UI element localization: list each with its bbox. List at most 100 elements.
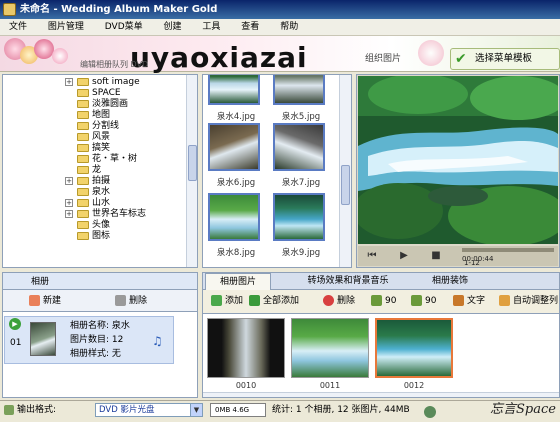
folder-icon [77, 77, 89, 86]
picture-toolbar: 添加 全部添加 删除 90 90 文字 自动调整列 [202, 290, 560, 314]
step-select-menu-template[interactable]: ✔ 选择菜单模板 [450, 48, 560, 70]
tree-item[interactable]: + 山水 [65, 198, 110, 209]
folder-icon [77, 88, 89, 97]
rotate-left-icon [371, 295, 382, 306]
play-button[interactable]: ▶ [396, 249, 412, 263]
scrollbar-thumb[interactable] [341, 165, 350, 205]
new-album-button[interactable]: 新建 [29, 290, 61, 312]
tree-item[interactable]: 图标 [65, 231, 110, 242]
delete-album-button[interactable]: 删除 [115, 290, 147, 312]
tree-item[interactable]: 地图 [65, 110, 110, 121]
menu-picture-manage[interactable]: 图片管理 [39, 19, 93, 36]
film-image [207, 318, 285, 378]
menu-dvd-menu[interactable]: DVD菜单 [96, 19, 152, 36]
auto-adjust-button[interactable]: 自动调整列 [499, 290, 558, 312]
status-bar: 输出格式: 统计: 1 个相册, 12 张图片, 44MB [0, 400, 560, 420]
expand-icon[interactable]: + [65, 176, 73, 185]
play-album-icon[interactable]: ▶ [9, 318, 21, 330]
tree-item[interactable]: 风景 [65, 132, 110, 143]
folder-tree[interactable]: + soft image SPACE 淡雅圆画 地图 分割线 风景 搞笑 花・草・… [2, 74, 198, 268]
thumbnail-grid[interactable]: 泉水4.jpg 泉水5.jpg 泉水6.jpg 泉水7.jpg 泉水8.jpg … [202, 74, 352, 268]
step-edit-album-queue[interactable]: 编辑相册队列 DVD [80, 58, 190, 72]
settings-icon[interactable] [424, 403, 436, 422]
add-all-icon [249, 295, 260, 306]
album-tab[interactable]: 相册 [2, 272, 198, 290]
rotate-right-button[interactable]: 90 [411, 290, 436, 312]
disc-icon [4, 404, 14, 415]
disc-capacity-bar: 0MB 4.6G [210, 403, 266, 417]
rose-decoration [52, 48, 68, 64]
tree-item[interactable]: + 世界名车标志 [65, 209, 146, 220]
checkmark-icon: ✔ [455, 51, 467, 67]
thumbnail-image [273, 123, 325, 171]
album-cover [30, 322, 56, 356]
folder-icon [77, 176, 89, 185]
folder-icon [77, 110, 89, 119]
album-index: 01 [10, 338, 22, 348]
filmstrip-scrollbar[interactable] [203, 392, 559, 397]
tree-item[interactable]: 淡雅圆画 [65, 99, 128, 110]
tree-item[interactable]: 分割线 [65, 121, 119, 132]
right-tabbar: 相册图片 转场效果和背景音乐 相册装饰 [202, 272, 560, 291]
thumbnail-scrollbar[interactable] [339, 75, 351, 267]
rotate-right-icon [411, 295, 422, 306]
tab-transitions-music[interactable]: 转场效果和背景音乐 [283, 273, 413, 290]
app-icon [3, 3, 16, 16]
step-organize-pictures[interactable]: 组织图片 [345, 50, 430, 68]
folder-icon [77, 143, 89, 152]
filmstrip[interactable]: 0010 0011 0012 [202, 314, 560, 398]
playback-slider[interactable] [462, 248, 554, 252]
rewind-button[interactable]: ⏮ [364, 249, 380, 263]
playback-time: 00:00:44 1-12 [462, 255, 494, 267]
menu-tools[interactable]: 工具 [193, 19, 229, 36]
folder-icon [77, 165, 89, 174]
folder-icon [77, 99, 89, 108]
tree-scrollbar[interactable] [186, 75, 197, 267]
tree-item[interactable]: 搞笑 [65, 143, 110, 154]
output-format-label: 输出格式: [4, 401, 56, 420]
delete-picture-button[interactable]: 删除 [323, 290, 355, 312]
thumbnail-image [208, 123, 260, 171]
add-button[interactable]: 添加 [211, 290, 243, 312]
tree-item-selected[interactable]: 泉水 [65, 187, 110, 198]
expand-icon[interactable]: + [65, 77, 73, 86]
add-all-button[interactable]: 全部添加 [249, 290, 299, 312]
film-item-selected[interactable]: 0012 [375, 318, 455, 396]
tree-item[interactable]: 头像 [65, 220, 110, 231]
film-image [375, 318, 453, 378]
auto-adjust-icon [499, 295, 510, 306]
folder-icon [77, 209, 89, 218]
film-item[interactable]: 0011 [291, 318, 371, 396]
menu-help[interactable]: 帮助 [271, 19, 307, 36]
text-icon [453, 295, 464, 306]
folder-icon [77, 198, 89, 207]
menu-file[interactable]: 文件 [0, 19, 36, 36]
menu-create[interactable]: 创建 [155, 19, 191, 36]
scrollbar-thumb[interactable] [188, 145, 197, 181]
output-format-select[interactable]: DVD 影片光盘 ▼ [95, 403, 203, 417]
tree-item[interactable]: + 拍摄 [65, 176, 110, 187]
stop-button[interactable]: ■ [428, 249, 444, 263]
menu-bar: 文件 图片管理 DVD菜单 创建 工具 查看 帮助 [0, 19, 560, 36]
film-item[interactable]: 0010 [207, 318, 287, 396]
text-button[interactable]: 文字 [453, 290, 485, 312]
chevron-down-icon[interactable]: ▼ [190, 404, 202, 416]
music-note-icon: ♫ [152, 334, 163, 348]
tree-item[interactable]: SPACE [65, 88, 121, 99]
trash-icon [115, 295, 126, 306]
preview-image [358, 76, 558, 244]
new-album-icon [29, 295, 40, 306]
plus-icon [211, 295, 222, 306]
thumbnail-image [273, 193, 325, 241]
tab-album-pictures[interactable]: 相册图片 [205, 273, 271, 291]
tree-item[interactable]: + soft image [65, 77, 140, 88]
expand-icon[interactable]: + [65, 198, 73, 207]
tab-album-decoration[interactable]: 相册装饰 [415, 273, 485, 290]
menu-view[interactable]: 查看 [232, 19, 268, 36]
tree-item[interactable]: 花・草・树 [65, 154, 137, 165]
rotate-left-button[interactable]: 90 [371, 290, 396, 312]
tree-item[interactable]: 龙 [65, 165, 101, 176]
step-organize-label: 组织图片 [365, 54, 402, 64]
expand-icon[interactable]: + [65, 209, 73, 218]
folder-icon [77, 220, 89, 229]
